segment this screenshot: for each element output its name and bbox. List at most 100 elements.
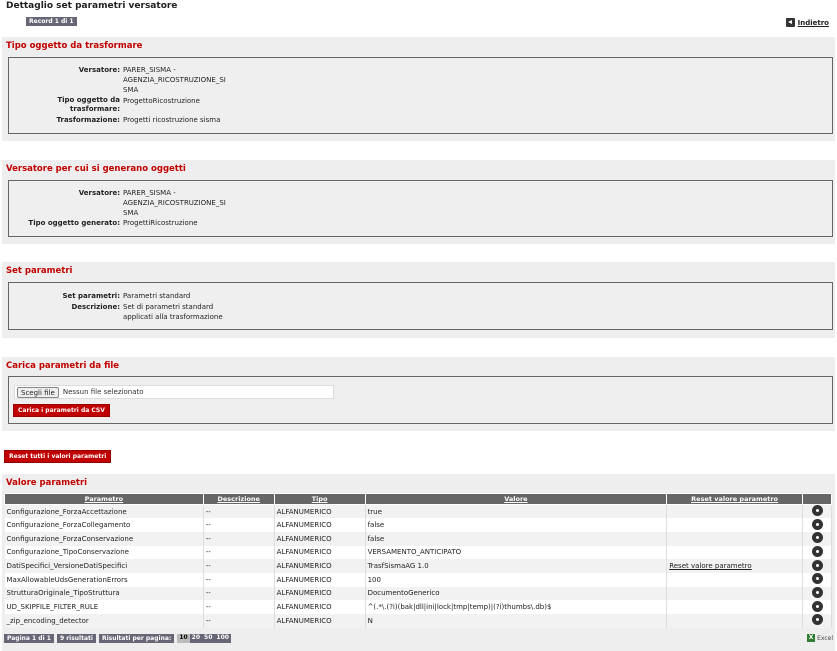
page-size-50[interactable]: 50 [202, 634, 214, 643]
cell-valore: ^(.*\.(?i)(bak|dll|ini|lock|tmp|temp)|(?… [365, 600, 668, 614]
section-carica-parametri: Carica parametri da file Scegli file Nes… [2, 357, 835, 431]
field-value: ProgettoRicostruzione [123, 97, 200, 105]
section-title: Carica parametri da file [6, 361, 120, 371]
column-header-tipo[interactable]: Tipo [273, 493, 366, 505]
cell-parametro: UD_SKIPFILE_FILTER_RULE [4, 600, 204, 614]
cell-actions [802, 586, 832, 601]
reset-all-button[interactable]: Reset tutti i valori parametri [4, 450, 112, 463]
per-page-label: Risultati per pagina: [98, 634, 175, 643]
field-label: Tipo oggetto da trasformare: [57, 96, 120, 113]
cell-actions [802, 545, 832, 560]
cell-reset: Reset valore parametro [666, 559, 804, 573]
column-header-parametro[interactable]: Parametro [4, 493, 204, 505]
section-title: Set parametri [6, 266, 73, 276]
page-size-20[interactable]: 20 [190, 634, 202, 643]
fieldset: Versatore: PARER_SISMA - AGENZIA_RICOSTR… [8, 57, 833, 134]
cell-actions [802, 518, 832, 532]
cell-tipo: ALFANUMERICO [274, 504, 366, 519]
cell-valore: 100 [365, 572, 668, 587]
column-header-valore[interactable]: Valore [364, 493, 668, 505]
back-arrow-icon [785, 18, 795, 27]
cell-parametro: DatiSpecifici_VersioneDatiSpecifici [4, 559, 204, 573]
field-row: Tipo oggetto da trasformare: ProgettoRic… [9, 96, 200, 114]
cell-tipo: ALFANUMERICO [274, 586, 366, 601]
cell-tipo: ALFANUMERICO [274, 614, 366, 628]
cell-descrizione: -- [203, 572, 275, 587]
field-row: Versatore: PARER_SISMA - AGENZIA_RICOSTR… [9, 65, 226, 95]
excel-export[interactable]: X Excel [807, 634, 833, 642]
fieldset: Set parametri: Parametri standard Descri… [8, 282, 833, 330]
table-row: DatiSpecifici_VersioneDatiSpecifici -- A… [4, 559, 832, 573]
cell-reset [666, 545, 804, 560]
cell-descrizione: -- [203, 518, 275, 532]
back-link[interactable]: Indietro [785, 18, 829, 27]
gear-icon[interactable] [812, 560, 822, 570]
cell-descrizione: -- [203, 545, 275, 560]
cell-reset [666, 600, 804, 614]
cell-actions [802, 614, 832, 628]
table-row: MaxAllowableUdsGenerationErrors -- ALFAN… [4, 572, 832, 587]
cell-parametro: Configurazione_TipoConservazione [4, 545, 204, 560]
cell-reset [666, 518, 804, 532]
field-label: Set parametri: [62, 292, 120, 300]
gear-icon[interactable] [812, 574, 822, 584]
gear-icon[interactable] [812, 615, 822, 625]
section-title: Valore parametri [6, 478, 88, 488]
page-size-10[interactable]: 10 [177, 634, 190, 643]
table-row: StrutturaOriginale_TipoStruttura -- ALFA… [4, 586, 832, 601]
cell-valore: false [365, 531, 668, 546]
gear-icon[interactable] [812, 601, 822, 611]
cell-actions [802, 572, 832, 587]
field-value: Set di parametri standard applicati alla… [123, 303, 223, 321]
choose-file-button[interactable]: Scegli file [17, 386, 59, 398]
cell-descrizione: -- [203, 559, 275, 573]
fieldset: Scegli file Nessun file selezionato Cari… [8, 376, 833, 424]
cell-descrizione: -- [203, 600, 275, 614]
gear-icon[interactable] [812, 533, 822, 543]
cell-tipo: ALFANUMERICO [274, 545, 366, 560]
cell-actions [802, 504, 832, 519]
section-title: Tipo oggetto da trasformare [6, 41, 143, 51]
column-header-actions [802, 493, 832, 505]
page-indicator: Pagina 1 di 1 [4, 634, 54, 643]
cell-valore: true [365, 504, 668, 519]
gear-icon[interactable] [812, 506, 822, 516]
field-row: Descrizione: Set di parametri standard a… [9, 302, 223, 322]
cell-reset [666, 572, 804, 587]
field-label: Descrizione: [71, 303, 120, 311]
gear-icon[interactable] [812, 546, 822, 556]
cell-tipo: ALFANUMERICO [274, 531, 366, 546]
cell-descrizione: -- [203, 504, 275, 519]
section-versatore-generazione: Versatore per cui si generano oggetti Ve… [2, 160, 835, 244]
back-link-label: Indietro [797, 18, 829, 27]
cell-actions [802, 600, 832, 614]
field-value: Progetti ricostruzione sisma [123, 116, 221, 124]
cell-parametro: _zip_encoding_detector [4, 614, 204, 628]
results-count: 9 risultati [56, 634, 96, 643]
cell-actions [802, 531, 832, 546]
section-set-parametri: Set parametri Set parametri: Parametri s… [2, 262, 835, 338]
page-size-100[interactable]: 100 [214, 634, 231, 643]
upload-csv-button[interactable]: Carica i parametri da CSV [13, 404, 110, 417]
cell-descrizione: -- [203, 531, 275, 546]
file-input[interactable]: Scegli file Nessun file selezionato [14, 385, 334, 399]
cell-reset [666, 504, 804, 519]
field-value: ProgettiRicostruzione [123, 219, 198, 227]
column-header-reset[interactable]: Reset valore parametro [666, 493, 804, 505]
cell-valore: VERSAMENTO_ANTICIPATO [365, 545, 668, 560]
gear-icon[interactable] [812, 587, 822, 597]
column-header-descrizione[interactable]: Descrizione [202, 493, 275, 505]
gear-icon[interactable] [812, 519, 822, 529]
field-row: Trasformazione: Progetti ricostruzione s… [9, 115, 221, 125]
table-row: UD_SKIPFILE_FILTER_RULE -- ALFANUMERICO … [4, 600, 832, 614]
field-label: Versatore: [78, 189, 120, 197]
cell-parametro: MaxAllowableUdsGenerationErrors [4, 572, 204, 587]
page-size-options: 10 20 50 100 [177, 634, 231, 643]
cell-reset [666, 614, 804, 628]
section-tipo-oggetto: Tipo oggetto da trasformare Versatore: P… [2, 37, 835, 141]
cell-actions [802, 559, 832, 573]
pagination-bar: Pagina 1 di 1 9 risultati Risultati per … [4, 634, 231, 643]
field-row: Versatore: PARER_SISMA - AGENZIA_RICOSTR… [9, 188, 226, 218]
reset-parameter-link[interactable]: Reset valore parametro [669, 562, 751, 570]
cell-valore: DocumentoGenerico [365, 586, 668, 601]
